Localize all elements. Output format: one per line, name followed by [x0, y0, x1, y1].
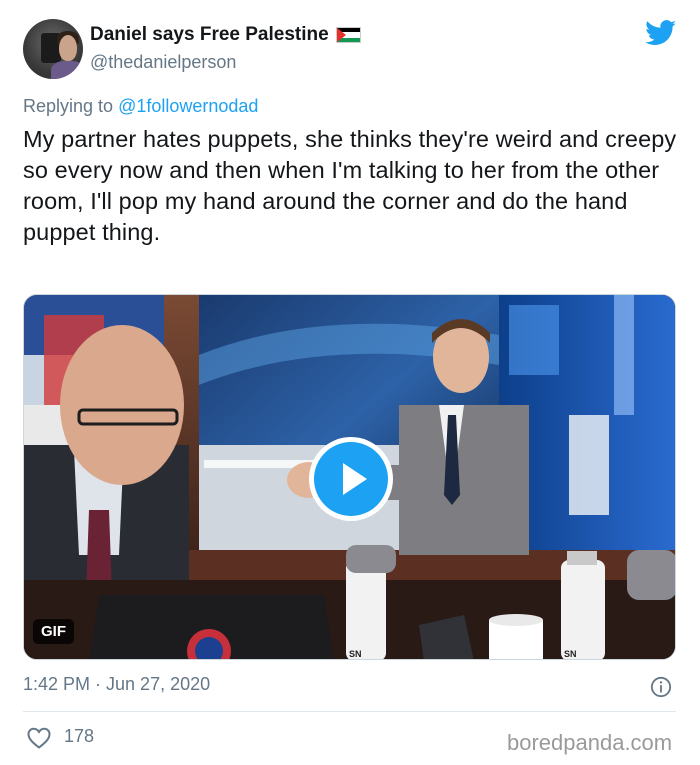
tweet-card: Daniel says Free Palestine @thedanielper… [0, 0, 700, 765]
desk-logo-left: SN [349, 649, 362, 659]
like-count: 178 [64, 726, 95, 746]
author-display-name[interactable]: Daniel says Free Palestine [90, 24, 329, 46]
replying-to: Replying to @1followernodad [23, 96, 258, 117]
author-name-row[interactable]: Daniel says Free Palestine [90, 24, 361, 46]
palestine-flag-icon [335, 27, 361, 43]
divider [23, 711, 676, 712]
boredpanda-watermark: boredpanda.com [507, 730, 673, 755]
avatar[interactable] [23, 19, 83, 79]
gif-media[interactable]: SN SN GIF [23, 294, 676, 660]
play-icon [314, 442, 388, 516]
info-icon[interactable] [650, 676, 672, 698]
twitter-bird-icon[interactable] [645, 20, 677, 46]
timestamp[interactable]: 1:42 PM · Jun 27, 2020 [23, 674, 210, 695]
reply-mention-link[interactable]: @1followernodad [118, 96, 258, 116]
tweet-text: My partner hates puppets, she thinks the… [23, 126, 677, 245]
heart-icon[interactable] [27, 727, 51, 749]
replying-prefix: Replying to [23, 96, 119, 116]
play-button[interactable] [309, 437, 393, 521]
author-handle[interactable]: @thedanielperson [90, 52, 236, 73]
gif-badge: GIF [33, 619, 74, 644]
desk-logo-right: SN [564, 649, 577, 659]
